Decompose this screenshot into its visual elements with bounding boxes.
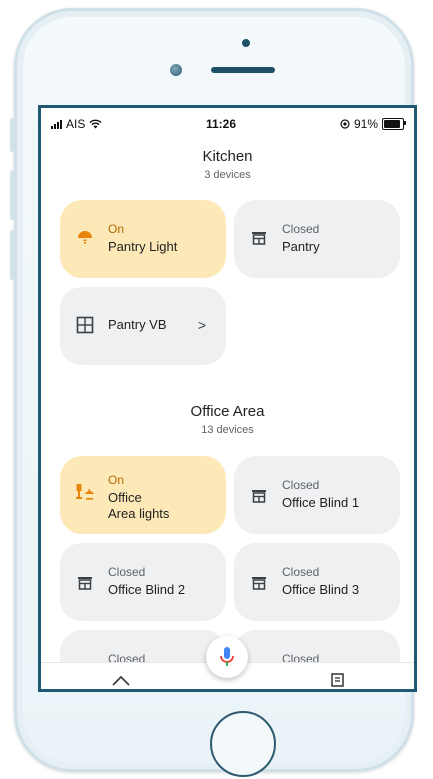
volume-up-button xyxy=(10,170,14,220)
clock: 11:26 xyxy=(206,117,237,131)
mute-switch xyxy=(10,118,14,152)
blind-icon xyxy=(252,490,266,503)
device-tile-office-blind-1[interactable]: Closed Office Blind 1 xyxy=(234,456,400,534)
signal-icon xyxy=(51,119,62,129)
section-title-office-area: Office Area xyxy=(190,403,265,420)
battery-percent: 91% xyxy=(353,117,378,131)
pendant-light-icon xyxy=(78,231,92,244)
section-subtitle-kitchen: 3 devices xyxy=(204,169,251,181)
blind-icon xyxy=(252,577,266,590)
carrier-label: AIS xyxy=(66,117,86,131)
earpiece-speaker xyxy=(211,67,275,73)
device-state: On xyxy=(108,473,125,487)
device-tile-pantry-vb[interactable]: Pantry VB > xyxy=(60,287,226,365)
device-state: Closed xyxy=(282,222,320,236)
device-tile-pantry-light[interactable]: On Pantry Light xyxy=(60,200,226,278)
device-state: On xyxy=(108,222,125,236)
chevron-right-icon: > xyxy=(197,317,206,333)
routines-tab-icon[interactable] xyxy=(328,671,346,687)
device-tile-office-blind-3[interactable]: Closed Office Blind 3 xyxy=(234,543,400,621)
app-screen: AIS 11:26 91% Kitchen 3 devices On Pantr… xyxy=(38,105,417,692)
proximity-sensor xyxy=(242,39,250,47)
device-name: Office Blind 1 xyxy=(282,495,360,510)
location-icon xyxy=(340,119,350,129)
blind-icon xyxy=(78,577,92,590)
microphone-icon xyxy=(220,647,234,666)
battery-icon xyxy=(382,118,406,130)
desk-lamp-icon xyxy=(76,484,94,500)
blind-icon xyxy=(252,232,266,245)
device-name-line1: Office xyxy=(108,490,142,505)
device-state: Closed xyxy=(282,478,320,492)
device-tile-office-area-lights[interactable]: On Office Area lights xyxy=(60,456,226,534)
home-tab-icon[interactable] xyxy=(111,673,131,687)
front-camera xyxy=(170,64,182,76)
section-subtitle-office-area: 13 devices xyxy=(201,424,254,436)
device-name: Pantry Light xyxy=(108,239,178,254)
device-name-line2: Area lights xyxy=(108,506,170,521)
window-grid-icon xyxy=(76,316,94,334)
voice-assistant-button[interactable] xyxy=(206,636,248,678)
device-tile-office-blind-2[interactable]: Closed Office Blind 2 xyxy=(60,543,226,621)
section-title-kitchen: Kitchen xyxy=(202,148,253,165)
volume-down-button xyxy=(10,230,14,280)
device-tile-pantry[interactable]: Closed Pantry xyxy=(234,200,400,278)
device-name: Pantry xyxy=(282,239,320,254)
wifi-icon xyxy=(89,119,102,129)
device-name: Office Blind 3 xyxy=(282,582,360,597)
status-bar: AIS 11:26 91% xyxy=(41,108,414,140)
device-state: Closed xyxy=(108,565,146,579)
device-name: Office Blind 2 xyxy=(108,582,186,597)
device-state: Closed xyxy=(282,565,320,579)
home-button[interactable] xyxy=(210,711,276,777)
